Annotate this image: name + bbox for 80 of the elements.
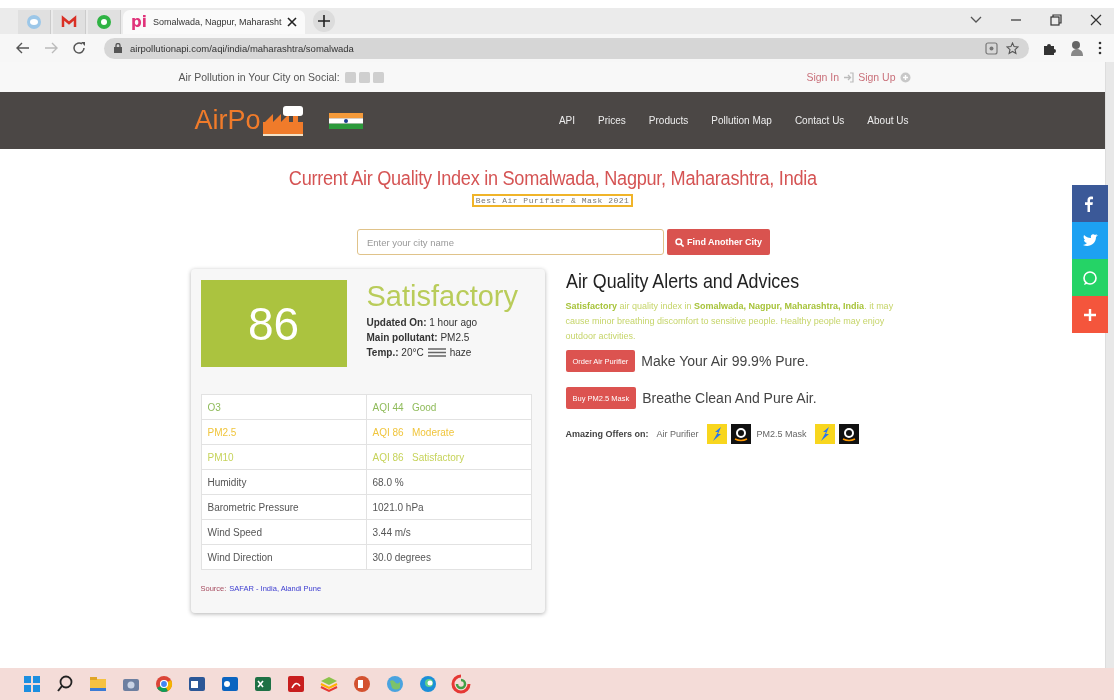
offers-label: Amazing Offers on: — [565, 429, 649, 439]
windows-icon[interactable] — [22, 674, 42, 694]
advice-text: Satisfactory air quality index in Somalwada, Nagpur, Maharashtra, India. it may cause minor breathing discomfort to sensitive people. Healthy people may enjoy outdoor activities. — [565, 300, 895, 343]
globe-icon — [26, 14, 42, 30]
offer-text: Air Purifier — [656, 429, 699, 439]
new-tab-icon[interactable] — [313, 10, 336, 32]
chrome-icon[interactable] — [154, 674, 174, 694]
haze-icon — [427, 348, 446, 357]
lock-icon — [114, 43, 122, 53]
more-icon[interactable] — [1098, 41, 1102, 55]
detail-text: Main pollutant: PM2.5 — [366, 332, 470, 343]
nav-link[interactable]: About Us — [867, 115, 909, 126]
share-button[interactable] — [1072, 296, 1108, 333]
tab-title: Somalwada, Nagpur, Maharasht — [152, 17, 282, 27]
nav-link[interactable]: Contact Us — [794, 115, 845, 126]
share-button[interactable] — [1072, 222, 1108, 259]
table-cell: Barometric Pressure — [201, 494, 366, 520]
weather-text: haze — [449, 347, 472, 358]
close-icon[interactable] — [287, 17, 298, 27]
address-bar[interactable]: airpollutionapi.com/aqi/india/maharashtra/somalwada — [104, 37, 1029, 59]
social-label: Air Pollution in Your City on Social: — [178, 71, 340, 83]
nav-link[interactable]: Prices — [598, 115, 626, 126]
circle-icon — [96, 14, 112, 30]
url-text: airpollutionapi.com/aqi/india/maharashtra/somalwada — [130, 42, 354, 54]
tagline-text: Make Your Air 99.9% Pure. — [641, 353, 809, 369]
profile-icon[interactable] — [1070, 40, 1084, 56]
nav-link[interactable]: Products — [648, 115, 689, 126]
swirl-icon[interactable] — [451, 674, 471, 694]
aqi-value: 86 — [247, 296, 300, 351]
city-search-field[interactable]: Enter your city name — [356, 229, 664, 255]
table-cell: 3.44 m/s — [366, 519, 531, 545]
table-cell: 68.0 % — [366, 469, 531, 495]
browser-tab[interactable] — [53, 10, 86, 34]
tagline-text: Breathe Clean And Pure Air. — [642, 390, 817, 406]
puzzle-icon[interactable] — [1043, 41, 1056, 55]
envelope-icon — [61, 14, 77, 30]
share-button[interactable] — [1072, 185, 1108, 222]
table-cell: O3 — [201, 394, 366, 420]
table-cell: AQI 86 Moderate — [366, 419, 531, 445]
back-icon[interactable] — [16, 42, 30, 54]
detail-text: Updated On: 1 hour ago — [366, 317, 478, 328]
page-title: Current Air Quality Index in Somalwada, Nagpur, Maharashtra, India — [288, 167, 817, 190]
edge-icon[interactable] — [418, 674, 438, 694]
table-cell: 30.0 degrees — [366, 544, 531, 570]
find-city-button[interactable]: Find Another City — [666, 229, 771, 255]
scrollbar[interactable] — [1105, 62, 1114, 668]
site-favicon: pi — [131, 13, 147, 31]
excel-icon[interactable] — [253, 674, 273, 694]
layers-icon[interactable] — [319, 674, 339, 694]
detail-text: Temp.: 20°C — [366, 347, 424, 358]
table-cell: AQI 86 Satisfactory — [366, 444, 531, 470]
pdf-icon[interactable] — [286, 674, 306, 694]
india-flag-icon — [328, 112, 363, 129]
nav-link[interactable]: Pollution Map — [711, 115, 772, 126]
browser-tab[interactable]: pi Somalwada, Nagpur, Maharasht — [123, 10, 306, 34]
section-heading: Air Quality Alerts and Advices — [565, 269, 800, 293]
promo-link[interactable]: Best Air Purifier & Mask 2021 — [471, 194, 634, 207]
restore-icon[interactable] — [1050, 14, 1062, 26]
aqi-category: Satisfactory — [366, 280, 518, 313]
chevron-down-icon[interactable] — [970, 16, 982, 24]
search-icon[interactable] — [55, 674, 75, 694]
word-icon[interactable] — [187, 674, 207, 694]
nav-link[interactable]: API — [558, 115, 576, 126]
outlook-icon[interactable] — [220, 674, 240, 694]
table-cell: PM10 — [201, 444, 366, 470]
browser-tab[interactable] — [88, 10, 121, 34]
offer-text: PM2.5 Mask — [756, 429, 807, 439]
table-cell: PM2.5 — [201, 419, 366, 445]
table-cell: AQI 44 Good — [366, 394, 531, 420]
folder-icon[interactable] — [88, 674, 108, 694]
whatsapp-icon — [1081, 268, 1099, 287]
search-icon — [674, 237, 684, 247]
reload-icon[interactable] — [72, 41, 86, 55]
table-cell: Wind Direction — [201, 544, 366, 570]
table-cell: Wind Speed — [201, 519, 366, 545]
close-icon[interactable] — [1090, 14, 1102, 26]
powerpoint-icon[interactable] — [352, 674, 372, 694]
table-cell: Humidity — [201, 469, 366, 495]
star-icon[interactable] — [1006, 41, 1019, 55]
table-cell: 1021.0 hPa — [366, 494, 531, 520]
